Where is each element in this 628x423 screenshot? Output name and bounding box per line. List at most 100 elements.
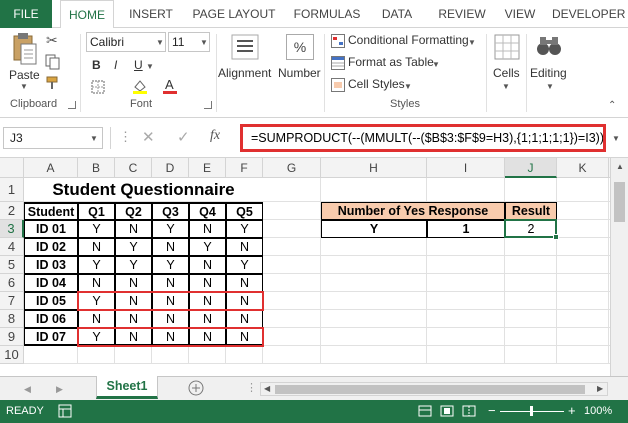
cell-styles-button[interactable]: Cell Styles: [348, 77, 405, 91]
name-box[interactable]: J3: [3, 127, 103, 149]
table-header-cell[interactable]: Q2: [115, 202, 152, 220]
cells-icon[interactable]: [494, 34, 520, 63]
answer-cell[interactable]: Y: [152, 256, 189, 274]
grid-cell[interactable]: [263, 346, 321, 364]
format-as-table-button[interactable]: Format as Table: [348, 55, 434, 69]
column-header-c[interactable]: C: [115, 158, 152, 178]
tab-file[interactable]: FILE: [0, 0, 52, 28]
cells-dropdown-icon[interactable]: ▼: [502, 82, 510, 91]
grid-cell[interactable]: [321, 178, 427, 202]
answer-cell[interactable]: N: [152, 274, 189, 292]
scroll-left-icon[interactable]: ◀: [264, 384, 270, 393]
cells-button[interactable]: Cells: [493, 66, 520, 80]
paste-button[interactable]: Paste: [9, 68, 40, 82]
alignment-button[interactable]: Alignment: [218, 66, 271, 80]
grid-cell[interactable]: [427, 256, 505, 274]
grid-cell[interactable]: [505, 178, 557, 202]
grid-cell[interactable]: [189, 346, 226, 364]
macro-record-icon[interactable]: [58, 404, 72, 421]
result-value-cell[interactable]: 2: [505, 220, 557, 238]
student-id-cell[interactable]: ID 04: [24, 274, 78, 292]
answer-cell[interactable]: Y: [78, 220, 115, 238]
answer-cell[interactable]: N: [189, 274, 226, 292]
answer-cell[interactable]: N: [115, 328, 152, 346]
student-id-cell[interactable]: ID 02: [24, 238, 78, 256]
grid-cell[interactable]: [505, 328, 557, 346]
answer-cell[interactable]: N: [152, 238, 189, 256]
row-header-7[interactable]: 7: [0, 292, 24, 310]
grid-cell[interactable]: [505, 238, 557, 256]
italic-button[interactable]: I: [114, 58, 117, 72]
grid-cell[interactable]: [263, 328, 321, 346]
answer-cell[interactable]: Y: [152, 220, 189, 238]
grid-cell[interactable]: [505, 274, 557, 292]
conditional-formatting-button[interactable]: Conditional Formatting: [348, 33, 469, 47]
font-name-dropdown-icon[interactable]: ▼: [156, 38, 164, 47]
grid-cell[interactable]: [427, 310, 505, 328]
answer-cell[interactable]: Y: [189, 238, 226, 256]
normal-view-icon[interactable]: [418, 404, 432, 421]
grid-cell[interactable]: [321, 328, 427, 346]
grid-cell[interactable]: [263, 220, 321, 238]
scroll-right-icon[interactable]: ▶: [597, 384, 603, 393]
underline-dropdown-icon[interactable]: ▼: [146, 62, 154, 71]
column-header-i[interactable]: I: [427, 158, 505, 178]
grid-cell[interactable]: [557, 256, 609, 274]
underline-button[interactable]: U: [134, 58, 143, 72]
grid-cell[interactable]: [505, 346, 557, 364]
grid-cell[interactable]: [557, 178, 609, 202]
answer-cell[interactable]: Y: [78, 328, 115, 346]
grid-cell[interactable]: [115, 346, 152, 364]
column-header-b[interactable]: B: [78, 158, 115, 178]
tab-data[interactable]: DATA: [372, 0, 422, 28]
student-id-cell[interactable]: ID 01: [24, 220, 78, 238]
grid-cell[interactable]: [505, 292, 557, 310]
column-header-g[interactable]: G: [263, 158, 321, 178]
grid-cell[interactable]: [321, 310, 427, 328]
cancel-icon[interactable]: ✕: [142, 128, 155, 146]
select-all-corner[interactable]: [0, 158, 24, 178]
cell-styles-icon[interactable]: [331, 78, 345, 95]
grid-cell[interactable]: [263, 256, 321, 274]
grid-cell[interactable]: [321, 256, 427, 274]
tab-splitter-icon[interactable]: ⋮: [246, 381, 257, 394]
row-header-8[interactable]: 8: [0, 310, 24, 328]
editing-dropdown-icon[interactable]: ▼: [546, 82, 554, 91]
answer-cell[interactable]: N: [226, 238, 263, 256]
conditional-formatting-icon[interactable]: [331, 34, 345, 51]
alignment-icon[interactable]: [231, 34, 259, 63]
grid-cell[interactable]: [263, 238, 321, 256]
result-header-cell[interactable]: Result: [505, 202, 557, 220]
grid-cell[interactable]: [427, 292, 505, 310]
font-size-dropdown-icon[interactable]: ▼: [200, 38, 208, 47]
page-layout-view-icon[interactable]: [440, 404, 454, 421]
grid-cell[interactable]: [24, 346, 78, 364]
row-header-4[interactable]: 4: [0, 238, 24, 256]
cell-styles-dropdown-icon[interactable]: ▼: [404, 82, 412, 91]
answer-cell[interactable]: N: [78, 274, 115, 292]
formula-input[interactable]: =SUMPRODUCT(--(MMULT(--($B$3:$F$9=H3),{1…: [240, 124, 606, 152]
grid-cell[interactable]: [557, 292, 609, 310]
grid-cell[interactable]: [321, 292, 427, 310]
answer-cell[interactable]: Y: [226, 220, 263, 238]
answer-cell[interactable]: Y: [115, 256, 152, 274]
grid-cell[interactable]: [557, 220, 609, 238]
grid-cell[interactable]: [505, 310, 557, 328]
font-color-icon[interactable]: A: [162, 77, 178, 98]
page-break-view-icon[interactable]: [462, 404, 476, 421]
answer-cell[interactable]: N: [226, 328, 263, 346]
paste-dropdown-icon[interactable]: ▼: [20, 82, 28, 91]
tab-developer[interactable]: DEVELOPER: [552, 0, 628, 28]
grid-cell[interactable]: [321, 238, 427, 256]
answer-cell[interactable]: N: [226, 310, 263, 328]
tab-review[interactable]: REVIEW: [432, 0, 492, 28]
binoculars-icon[interactable]: [536, 34, 562, 61]
grid-cell[interactable]: [427, 346, 505, 364]
grid-cell[interactable]: [321, 274, 427, 292]
column-header-j[interactable]: J: [505, 158, 557, 178]
expand-formula-bar-icon[interactable]: ▼: [612, 134, 620, 143]
answer-cell[interactable]: N: [226, 274, 263, 292]
grid-cell[interactable]: [263, 292, 321, 310]
collapse-ribbon-icon[interactable]: ⌃: [608, 100, 616, 111]
grid-cell[interactable]: [427, 328, 505, 346]
